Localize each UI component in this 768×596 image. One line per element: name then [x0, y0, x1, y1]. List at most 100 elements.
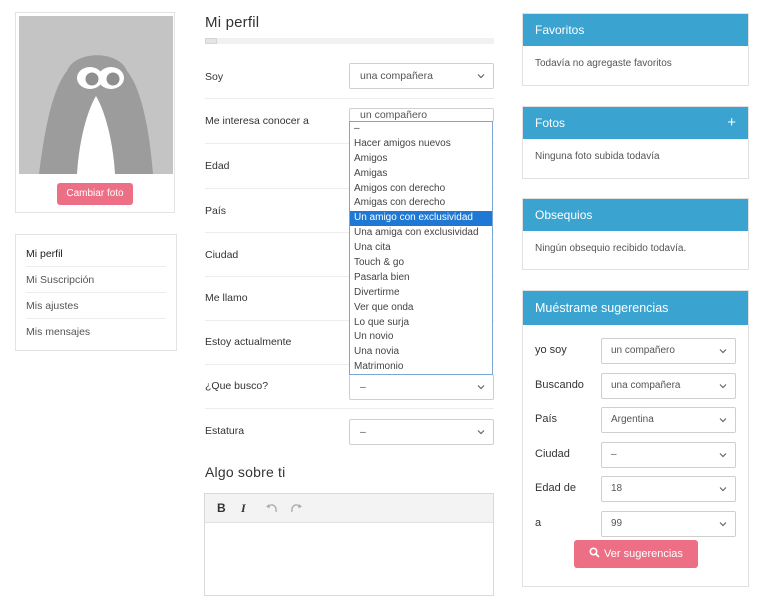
suggestion-filter-label: Ciudad — [535, 447, 570, 460]
favorites-title: Favoritos — [535, 23, 585, 37]
nombre-label: Me llamo — [205, 292, 248, 304]
suggestion-filter-label: Edad de — [535, 482, 576, 494]
busco-label: ¿Que busco? — [205, 380, 269, 392]
dropdown-option[interactable]: Una cita — [350, 241, 492, 256]
edad-label: Edad — [205, 160, 230, 172]
profile-progress-fill — [205, 38, 217, 44]
dropdown-option[interactable]: Amigos — [350, 152, 492, 167]
estatura-value: – — [360, 426, 366, 438]
estatura-select[interactable]: – — [349, 419, 494, 445]
profile-progress-bar — [205, 38, 494, 44]
favorites-panel: Favoritos Todavía no agregaste favoritos — [522, 13, 749, 86]
dropdown-option[interactable]: Amigas con derecho — [350, 196, 492, 211]
avatar-placeholder — [19, 16, 173, 174]
suggestion-filter-row: a 99 — [535, 510, 737, 537]
dropdown-option[interactable]: Lo que surja — [350, 316, 492, 331]
side-nav-item-messages[interactable]: Mis mensajes — [26, 319, 166, 345]
interest-dropdown-list: – Hacer amigos nuevos Amigos Amigas Amigos c… — [349, 121, 493, 375]
side-nav-item-profile[interactable]: Mi perfil — [26, 241, 166, 267]
suggestions-title: Muéstrame sugerencias — [535, 301, 669, 315]
suggestion-filter-label: yo soy — [535, 344, 567, 356]
suggestion-filter-select[interactable]: una compañera — [601, 372, 736, 399]
penguin-avatar-icon — [19, 16, 173, 174]
dropdown-option[interactable]: Amigos con derecho — [350, 182, 492, 197]
dropdown-option[interactable]: Ver que onda — [350, 301, 492, 316]
chevron-down-icon — [719, 521, 727, 526]
suggestion-filter-row: Buscando una compañera — [535, 372, 737, 399]
view-suggestions-button[interactable]: Ver sugerencias — [574, 540, 698, 568]
gifts-title: Obsequios — [535, 208, 593, 222]
chevron-down-icon — [477, 430, 485, 435]
dropdown-option[interactable]: Una amiga con exclusividad — [350, 226, 492, 241]
dropdown-option[interactable]: Hacer amigos nuevos — [350, 137, 492, 152]
suggestion-filter-value: un compañero — [611, 345, 675, 356]
suggestion-filter-label: a — [535, 516, 542, 529]
dropdown-option[interactable]: Matrimonio — [350, 360, 492, 375]
suggestion-filter-select[interactable]: Argentina — [601, 407, 736, 433]
search-icon — [589, 547, 600, 558]
profile-photo-card: Cambiar foto — [15, 12, 175, 213]
interest-select[interactable]: un compañero — [349, 108, 494, 122]
pais-label: País — [205, 205, 227, 217]
suggestion-filter-row: Ciudad – — [535, 441, 737, 468]
suggestions-panel: Muéstrame sugerencias yo soy un compañero… — [522, 290, 749, 587]
suggestion-filter-value: una compañera — [611, 379, 681, 391]
chevron-down-icon — [477, 74, 485, 79]
ciudad-label: Ciudad — [205, 249, 239, 261]
chevron-down-icon — [719, 418, 727, 423]
chevron-down-icon — [719, 383, 727, 388]
gifts-panel: Obsequios Ningún obsequio recibido todav… — [522, 198, 749, 270]
dropdown-option[interactable]: Un novio — [350, 330, 492, 345]
chevron-down-icon — [477, 385, 485, 390]
suggestions-panel-header: Muéstrame sugerencias — [523, 291, 748, 325]
suggestion-filter-select[interactable]: 99 — [601, 510, 736, 537]
photos-panel-header: Fotos + — [523, 107, 748, 139]
photos-empty-text: Ninguna foto subida todavía — [535, 151, 660, 162]
favorites-empty-text: Todavía no agregaste favoritos — [535, 58, 672, 69]
bold-button[interactable]: B — [217, 501, 226, 515]
suggestion-filter-label: Buscando — [535, 378, 584, 391]
editor-toolbar: B I — [205, 494, 493, 523]
dropdown-option[interactable]: Pasarla bien — [350, 271, 492, 286]
photos-panel: Fotos + Ninguna foto subida todavía — [522, 106, 749, 179]
dropdown-option[interactable]: Amigas — [350, 167, 492, 182]
suggestion-filter-value: 99 — [611, 517, 623, 529]
side-nav-item-subscription[interactable]: Mi Suscripción — [26, 267, 166, 293]
side-nav-item-settings[interactable]: Mis ajustes — [26, 293, 166, 319]
suggestion-filter-row: País Argentina — [535, 407, 737, 433]
add-photo-icon[interactable]: + — [727, 107, 736, 139]
suggestion-filter-label: País — [535, 413, 558, 425]
chevron-down-icon — [719, 349, 727, 354]
suggestion-filter-value: Argentina — [611, 414, 654, 425]
undo-icon[interactable] — [265, 502, 279, 514]
busco-select[interactable]: – — [349, 374, 494, 400]
suggestion-filter-value: 18 — [611, 483, 623, 494]
redo-icon[interactable] — [289, 502, 303, 514]
estado-label: Estoy actualmente — [205, 336, 292, 348]
about-title: Algo sobre ti — [205, 464, 286, 480]
photos-title: Fotos — [535, 116, 566, 130]
dropdown-option[interactable]: Touch & go — [350, 256, 492, 271]
soy-label: Soy — [205, 71, 224, 83]
dropdown-option[interactable]: Un amigo con exclusividad — [350, 211, 492, 227]
suggestion-filter-select[interactable]: un compañero — [601, 338, 736, 364]
gifts-panel-header: Obsequios — [523, 199, 748, 231]
change-photo-button[interactable]: Cambiar foto — [57, 183, 133, 205]
suggestion-filter-value: – — [611, 448, 617, 460]
dropdown-option[interactable]: Divertirme — [350, 286, 492, 301]
gifts-empty-text: Ningún obsequio recibido todavía. — [535, 243, 687, 254]
dropdown-option[interactable]: – — [350, 122, 492, 137]
chevron-down-icon — [719, 487, 727, 492]
italic-button[interactable]: I — [241, 501, 246, 516]
chevron-down-icon — [719, 452, 727, 457]
view-suggestions-label: Ver sugerencias — [604, 548, 683, 560]
dropdown-option[interactable]: Una novia — [350, 345, 492, 360]
soy-value: una compañera — [360, 70, 433, 82]
soy-select[interactable]: una compañera — [349, 63, 494, 89]
busco-value: – — [360, 381, 366, 393]
suggestion-filter-select[interactable]: 18 — [601, 476, 736, 502]
about-editor[interactable]: B I — [204, 493, 494, 596]
suggestion-filter-select[interactable]: – — [601, 441, 736, 468]
page-title: Mi perfil — [205, 14, 260, 31]
interest-value: un compañero — [360, 109, 428, 121]
